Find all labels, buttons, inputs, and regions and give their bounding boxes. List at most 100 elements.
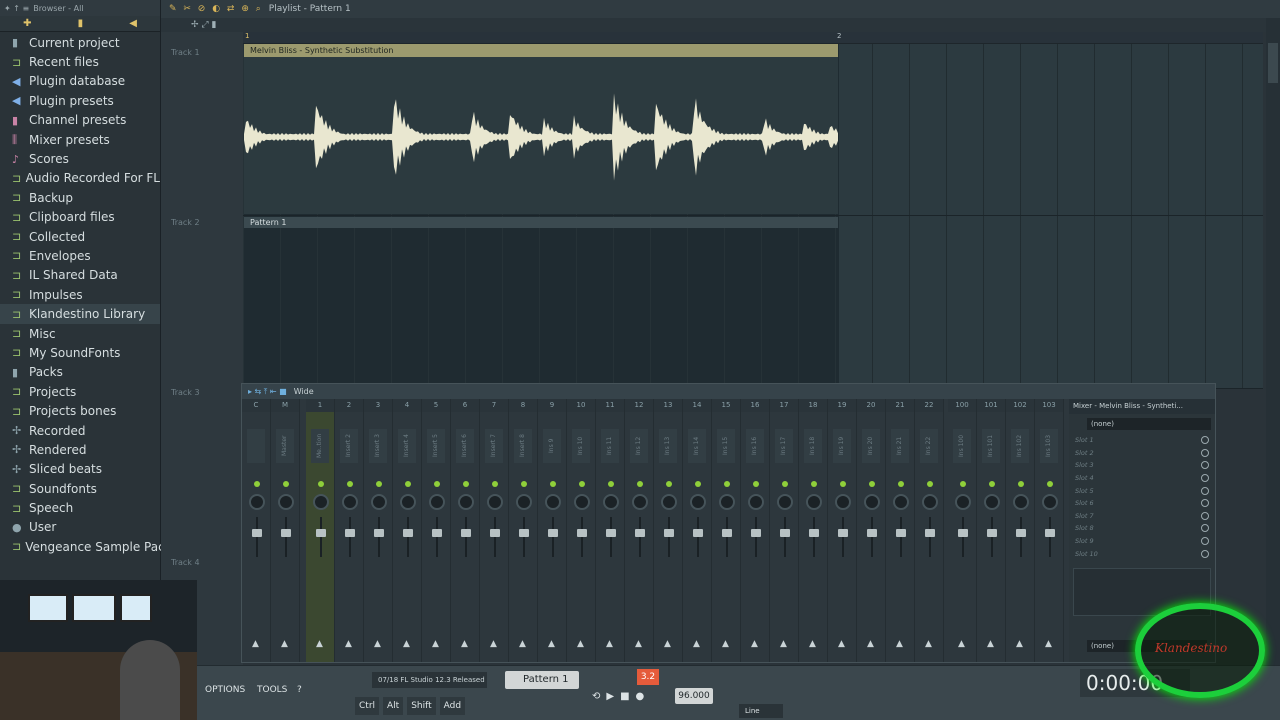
pan-knob[interactable]: [1042, 494, 1058, 510]
pan-knob[interactable]: [835, 494, 851, 510]
volume-fader[interactable]: [577, 529, 587, 537]
pan-knob[interactable]: [313, 494, 329, 510]
mixer-strip[interactable]: 5 Insert 5 ▲: [422, 399, 451, 662]
track-label[interactable]: Track 3: [171, 388, 200, 397]
speaker-icon[interactable]: ◀: [129, 18, 137, 29]
slot-toggle-icon[interactable]: [1201, 524, 1209, 533]
mixer-strip[interactable]: 9 Ins 9 ▲: [538, 399, 567, 662]
pan-knob[interactable]: [278, 494, 294, 510]
strip-name[interactable]: Master: [276, 429, 294, 463]
add-icon[interactable]: ✚: [23, 18, 31, 29]
browser-item[interactable]: ▮ Channel presets: [0, 111, 160, 130]
pan-knob[interactable]: [777, 494, 793, 510]
strip-name[interactable]: [247, 429, 265, 463]
strip-name[interactable]: Ins 103: [1040, 429, 1058, 463]
strip-name[interactable]: Ins 10: [572, 429, 590, 463]
volume-fader[interactable]: [374, 529, 384, 537]
strip-name[interactable]: Ins 13: [659, 429, 677, 463]
mixer-strip[interactable]: 6 Insert 6 ▲: [451, 399, 480, 662]
mixer-view[interactable]: Wide: [294, 387, 314, 396]
mixer-strip[interactable]: 13 Ins 13 ▲: [654, 399, 683, 662]
route-arrow-icon[interactable]: ▲: [577, 639, 584, 649]
strip-led[interactable]: [811, 481, 817, 487]
browser-item[interactable]: ✢ Recorded: [0, 421, 160, 440]
mixer-strip[interactable]: 18 Ins 18 ▲: [799, 399, 828, 662]
slot-toggle-icon[interactable]: [1201, 448, 1209, 457]
pan-knob[interactable]: [632, 494, 648, 510]
mixer-strip[interactable]: 4 Insert 4 ▲: [393, 399, 422, 662]
volume-fader[interactable]: [1016, 529, 1026, 537]
slot-toggle-icon[interactable]: [1201, 461, 1209, 470]
browser-item[interactable]: ⊐ Klandestino Library: [0, 304, 160, 324]
pan-knob[interactable]: [690, 494, 706, 510]
effect-slot[interactable]: Slot 5: [1075, 484, 1215, 497]
strip-led[interactable]: [782, 481, 788, 487]
pan-knob[interactable]: [922, 494, 938, 510]
mixer-strip[interactable]: 12 Ins 12 ▲: [625, 399, 654, 662]
scroll-thumb[interactable]: [1268, 43, 1278, 83]
volume-fader[interactable]: [1045, 529, 1055, 537]
strip-led[interactable]: [608, 481, 614, 487]
volume-fader[interactable]: [838, 529, 848, 537]
volume-fader[interactable]: [519, 529, 529, 537]
playlist-grid[interactable]: Melvin Bliss - Synthetic Substitution Pa…: [243, 44, 1263, 389]
strip-led[interactable]: [869, 481, 875, 487]
strip-name[interactable]: Insert 4: [398, 429, 416, 463]
tempo-field[interactable]: 96.000: [675, 688, 713, 704]
mixer-strip[interactable]: 11 Ins 11 ▲: [596, 399, 625, 662]
browser-item[interactable]: ▮ Packs: [0, 363, 160, 382]
route-arrow-icon[interactable]: ▲: [345, 639, 352, 649]
strip-led[interactable]: [434, 481, 440, 487]
volume-fader[interactable]: [606, 529, 616, 537]
strip-name[interactable]: Ins 9: [543, 429, 561, 463]
effect-slot[interactable]: Slot 4: [1075, 472, 1215, 485]
strip-name[interactable]: Insert 8: [514, 429, 532, 463]
strip-led[interactable]: [463, 481, 469, 487]
strip-name[interactable]: Ins 19: [833, 429, 851, 463]
route-arrow-icon[interactable]: ▲: [838, 639, 845, 649]
pan-knob[interactable]: [1013, 494, 1029, 510]
volume-fader[interactable]: [780, 529, 790, 537]
effect-slot[interactable]: Slot 9: [1075, 535, 1215, 548]
browser-item[interactable]: ⊐ Projects bones: [0, 401, 160, 420]
pattern-selector[interactable]: Pattern 1: [505, 671, 579, 689]
slot-toggle-icon[interactable]: [1201, 549, 1209, 558]
strip-name[interactable]: Insert 3: [369, 429, 387, 463]
route-arrow-icon[interactable]: ▲: [461, 639, 468, 649]
strip-name[interactable]: Insert 5: [427, 429, 445, 463]
route-arrow-icon[interactable]: ▲: [432, 639, 439, 649]
browser-item[interactable]: ⊐ Soundfonts: [0, 479, 160, 498]
strip-name[interactable]: Ins 14: [688, 429, 706, 463]
input-select[interactable]: (none): [1087, 418, 1211, 430]
track-label[interactable]: Track 1: [171, 48, 200, 57]
mixer-strip[interactable]: 10 Ins 10 ▲: [567, 399, 596, 662]
strip-name[interactable]: Ins 100: [953, 429, 971, 463]
volume-fader[interactable]: [316, 529, 326, 537]
volume-fader[interactable]: [490, 529, 500, 537]
mixer-strip[interactable]: 2 Insert 2 ▲: [335, 399, 364, 662]
mixer-strip[interactable]: 101 Ins 101 ▲: [977, 399, 1006, 662]
browser-item[interactable]: ⊐ Envelopes: [0, 246, 160, 265]
strip-led[interactable]: [521, 481, 527, 487]
strip-name[interactable]: Me..tion: [311, 429, 329, 463]
mixer-strip[interactable]: 7 Insert 7 ▲: [480, 399, 509, 662]
pan-knob[interactable]: [719, 494, 735, 510]
browser-item[interactable]: ● User: [0, 518, 160, 537]
playlist-title[interactable]: Playlist - Pattern 1: [269, 4, 351, 14]
browser-item[interactable]: ⊐ Audio Recorded For FL: [0, 169, 160, 188]
strip-led[interactable]: [960, 481, 966, 487]
browser-item[interactable]: ⊐ Backup: [0, 188, 160, 207]
pan-knob[interactable]: [516, 494, 532, 510]
browser-item[interactable]: ⊐ Vengeance Sample Packs: [0, 537, 178, 556]
stop-icon[interactable]: ■: [620, 691, 629, 702]
route-arrow-icon[interactable]: ▲: [958, 639, 965, 649]
volume-fader[interactable]: [281, 529, 291, 537]
mixer-strip[interactable]: 103 Ins 103 ▲: [1035, 399, 1064, 662]
strip-led[interactable]: [492, 481, 498, 487]
volume-fader[interactable]: [461, 529, 471, 537]
mixer-strip[interactable]: M Master ▲: [271, 399, 300, 662]
pan-knob[interactable]: [748, 494, 764, 510]
browser-item[interactable]: ⊐ Impulses: [0, 285, 160, 304]
browser-item[interactable]: ⊐ IL Shared Data: [0, 266, 160, 285]
slot-toggle-icon[interactable]: [1201, 511, 1209, 520]
